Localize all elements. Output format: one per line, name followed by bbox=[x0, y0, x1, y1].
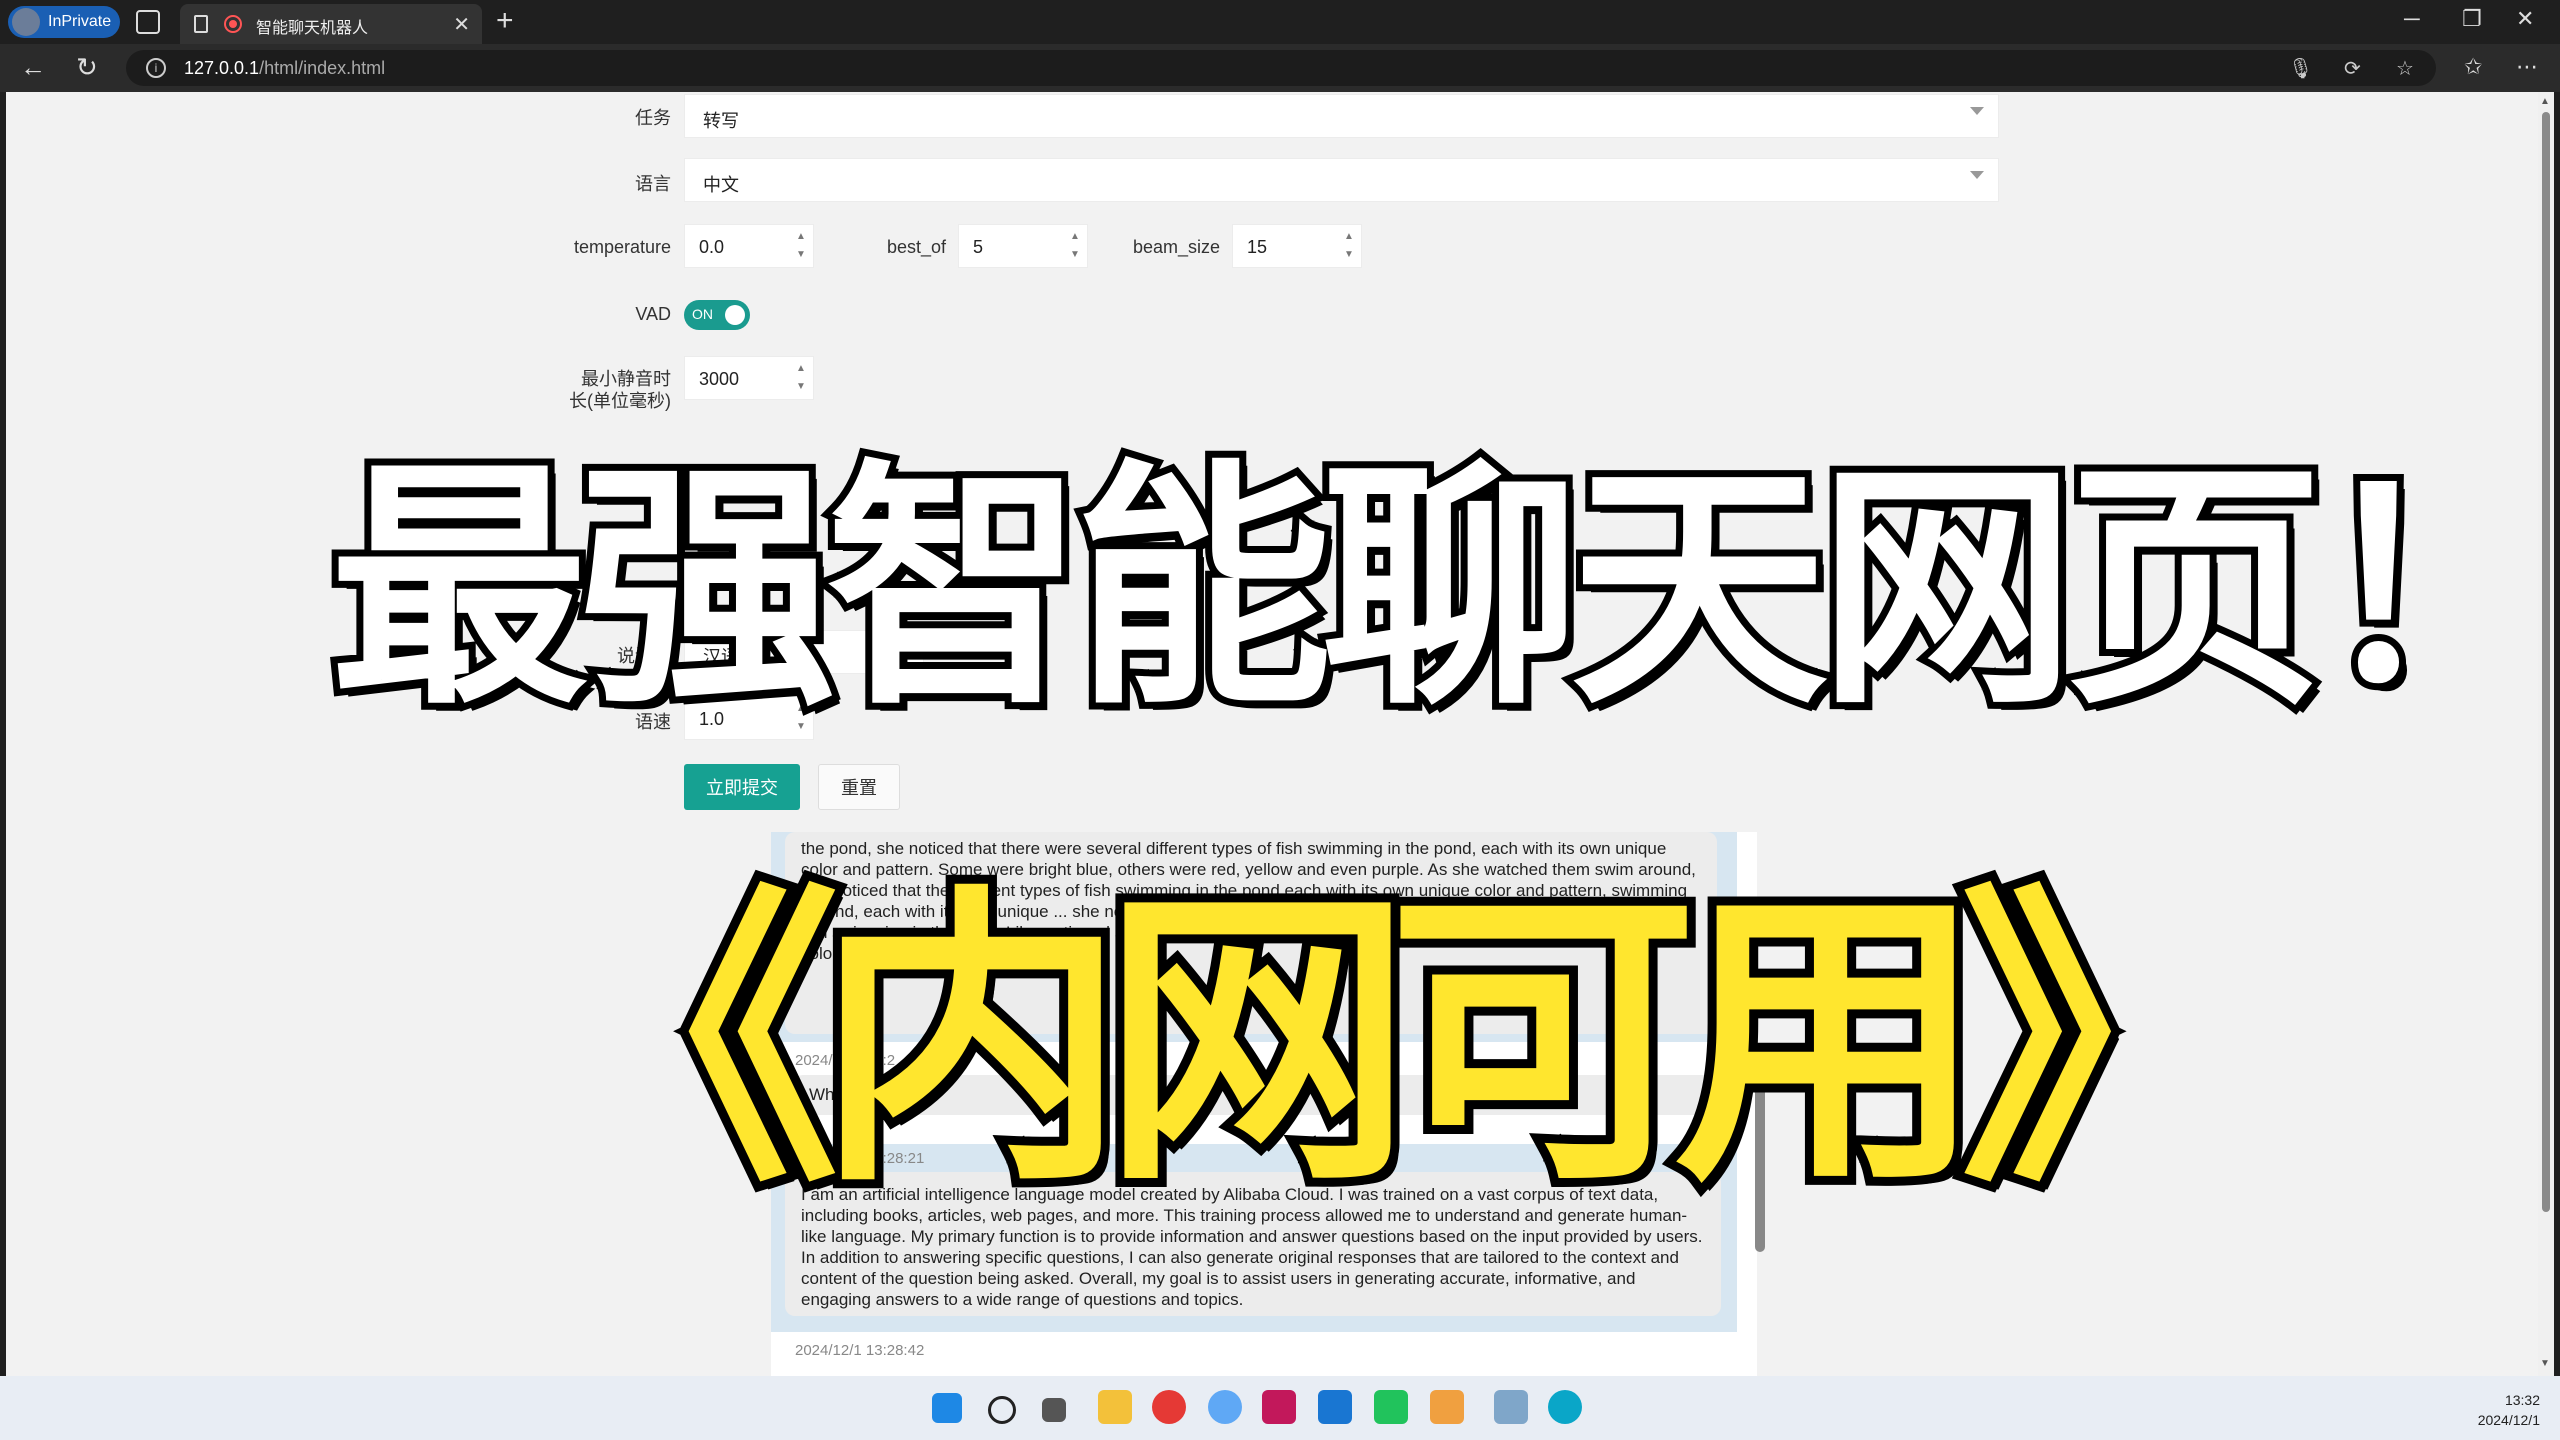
taskbar: 13:32 2024/12/1 bbox=[0, 1376, 2560, 1440]
vad-toggle[interactable]: ON bbox=[684, 300, 750, 330]
beam-size-value: 15 bbox=[1247, 237, 1268, 257]
task-select[interactable]: 转写 bbox=[684, 94, 1999, 138]
url-text: 127.0.0.1/html/index.html bbox=[184, 58, 385, 79]
vscode-icon[interactable] bbox=[1318, 1390, 1352, 1424]
temperature-value: 0.0 bbox=[699, 237, 725, 257]
clock-date: 2024/12/1 bbox=[2477, 1412, 2540, 1428]
refresh-icon[interactable]: ↻ bbox=[76, 52, 98, 83]
jetbrains-icon[interactable] bbox=[1262, 1390, 1296, 1424]
scroll-up-icon[interactable]: ▲ bbox=[2540, 96, 2550, 107]
pycharm-icon[interactable] bbox=[1374, 1390, 1408, 1424]
message-timestamp: 2024/12/1 13:28:42 bbox=[795, 1342, 925, 1359]
spinner-icon[interactable]: ▲ ▼ bbox=[1341, 228, 1357, 266]
best-of-label: best_of bbox=[886, 237, 946, 257]
app-icon[interactable] bbox=[1208, 1390, 1242, 1424]
close-window-icon[interactable]: ✕ bbox=[2516, 6, 2534, 32]
inprivate-badge[interactable]: InPrivate bbox=[8, 6, 120, 38]
profile-avatar bbox=[12, 8, 40, 36]
task-label: 任务 bbox=[635, 108, 671, 128]
notes-icon[interactable] bbox=[1430, 1390, 1464, 1424]
address-bar: ← ↻ i 127.0.0.1/html/index.html 🎙 ⟳ ☆ ✩ … bbox=[0, 44, 2560, 92]
language-select[interactable]: 中文 bbox=[684, 158, 1999, 202]
best-of-value: 5 bbox=[973, 237, 984, 257]
close-tab-icon[interactable]: ✕ bbox=[453, 12, 470, 37]
clock-time: 13:32 bbox=[2504, 1392, 2540, 1408]
sync-icon[interactable]: ⟳ bbox=[2344, 56, 2361, 81]
language-value: 中文 bbox=[703, 175, 739, 195]
overlay-headline: 最强智能聊天网页！ bbox=[323, 432, 2560, 746]
restore-icon[interactable]: ❐ bbox=[2462, 6, 2482, 32]
system-clock[interactable]: 13:32 2024/12/1 bbox=[2478, 1390, 2540, 1430]
chevron-down-icon bbox=[1970, 107, 1984, 115]
monitor-icon[interactable] bbox=[1494, 1390, 1528, 1424]
page-icon bbox=[194, 15, 208, 33]
language-label: 语言 bbox=[635, 174, 671, 194]
microphone-icon[interactable]: 🎙 bbox=[2288, 56, 2313, 81]
task-view-icon[interactable] bbox=[1042, 1398, 1066, 1422]
search-icon[interactable] bbox=[988, 1396, 1016, 1424]
overlay-subheadline: 《内网可用》 bbox=[521, 853, 2279, 1232]
task-value: 转写 bbox=[703, 111, 739, 131]
start-icon[interactable] bbox=[932, 1393, 962, 1423]
favorites-icon[interactable]: ✩ bbox=[2464, 54, 2482, 80]
chevron-down-icon bbox=[1970, 171, 1984, 179]
toggle-knob bbox=[725, 305, 745, 325]
url-path: /html/index.html bbox=[259, 58, 386, 78]
tab-actions-icon[interactable] bbox=[136, 10, 160, 34]
beam-size-label: beam_size bbox=[1132, 237, 1220, 257]
vad-label: VAD bbox=[635, 304, 671, 324]
favorite-star-icon[interactable]: ☆ bbox=[2396, 56, 2414, 81]
browser-tabbar: InPrivate 智能聊天机器人 ✕ + ─ ❐ ✕ bbox=[0, 0, 2560, 44]
more-icon[interactable]: ⋯ bbox=[2516, 54, 2538, 80]
recording-icon bbox=[224, 15, 242, 33]
temperature-label: temperature bbox=[573, 237, 671, 257]
tab-title: 智能聊天机器人 bbox=[256, 20, 369, 37]
browser-tab[interactable]: 智能聊天机器人 ✕ bbox=[180, 4, 482, 44]
scroll-down-icon[interactable]: ▼ bbox=[2540, 1358, 2550, 1369]
chrome-icon[interactable] bbox=[1152, 1390, 1186, 1424]
inprivate-label: InPrivate bbox=[48, 13, 112, 30]
site-info-icon[interactable]: i bbox=[146, 58, 166, 78]
edge-icon[interactable] bbox=[1548, 1390, 1582, 1424]
url-host: 127.0.0.1 bbox=[184, 58, 260, 78]
back-icon[interactable]: ← bbox=[20, 52, 46, 83]
minimize-icon[interactable]: ─ bbox=[2404, 6, 2420, 32]
beam-size-input[interactable]: 15 ▲ ▼ bbox=[1232, 224, 1362, 268]
file-explorer-icon[interactable] bbox=[1098, 1390, 1132, 1424]
new-tab-icon[interactable]: + bbox=[496, 4, 514, 38]
vad-state: ON bbox=[692, 306, 713, 322]
url-field[interactable]: i 127.0.0.1/html/index.html 🎙 ⟳ ☆ bbox=[126, 50, 2436, 86]
